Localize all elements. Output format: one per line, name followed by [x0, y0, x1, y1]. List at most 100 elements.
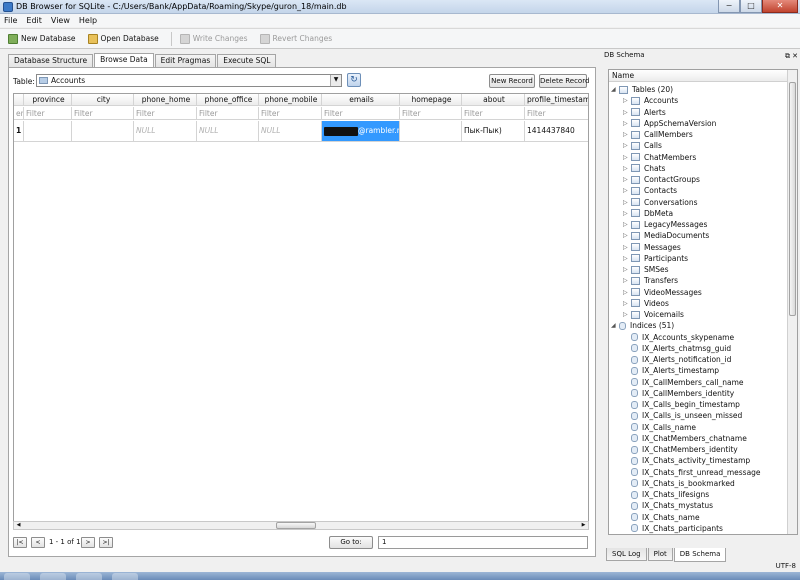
write-changes-button[interactable]: Write Changes [179, 33, 248, 44]
minimize-button[interactable]: − [718, 0, 740, 13]
close-button[interactable]: ✕ [762, 0, 798, 13]
menu-help[interactable]: Help [79, 14, 97, 27]
tab-db-schema[interactable]: DB Schema [673, 548, 727, 562]
table-cell[interactable]: NULL [197, 121, 259, 142]
column-header[interactable]: about [462, 94, 525, 106]
filter-input[interactable]: Filter [24, 107, 72, 120]
table-cell[interactable] [400, 121, 462, 142]
chevron-down-icon[interactable]: ▼ [330, 75, 341, 86]
collapsed-arrow-icon[interactable]: ▷ [623, 208, 631, 219]
tree-group-indices[interactable]: ◢ Indices (51) [611, 320, 674, 331]
collapsed-arrow-icon[interactable]: ▷ [623, 107, 631, 118]
collapsed-arrow-icon[interactable]: ▷ [623, 140, 631, 151]
horizontal-scrollbar[interactable]: ◀ ▶ [13, 521, 589, 530]
table-select[interactable]: Accounts ▼ [36, 74, 342, 87]
table-cell[interactable]: NULL [259, 121, 322, 142]
tab-browse-data[interactable]: Browse Data [94, 53, 154, 67]
column-header[interactable]: phone_home [134, 94, 197, 106]
vertical-scrollbar[interactable] [787, 70, 797, 534]
row-number[interactable]: 1 [14, 121, 24, 142]
tree-item-table[interactable]: ▷ Accounts [623, 95, 678, 106]
column-header[interactable]: homepage [400, 94, 462, 106]
tree-group-tables[interactable]: ◢ Tables (20) [611, 84, 673, 95]
collapsed-arrow-icon[interactable]: ▷ [623, 152, 631, 163]
collapsed-arrow-icon[interactable]: ▷ [623, 197, 631, 208]
tree-item-index[interactable]: IX_Chats_activity_timestamp [623, 455, 750, 466]
collapsed-arrow-icon[interactable]: ▷ [623, 95, 631, 106]
collapsed-arrow-icon[interactable]: ▷ [623, 264, 631, 275]
collapsed-arrow-icon[interactable]: ▷ [623, 253, 631, 264]
tree-item-table[interactable]: ▷ VideoMessages [623, 287, 702, 298]
tree-item-index[interactable]: IX_Chats_name [623, 512, 700, 523]
tree-item-table[interactable]: ▷ Chats [623, 163, 665, 174]
tree-item-index[interactable]: IX_Chats_first_unread_message [623, 467, 761, 478]
scrollbar-thumb[interactable] [789, 82, 796, 316]
tree-item-index[interactable]: IX_Calls_begin_timestamp [623, 399, 740, 410]
table-cell[interactable]: 1414437840 [525, 121, 588, 142]
tree-item-index[interactable]: IX_Chats_mystatus [623, 500, 713, 511]
new-record-button[interactable]: New Record [489, 74, 535, 88]
collapsed-arrow-icon[interactable]: ▷ [623, 287, 631, 298]
previous-record-button[interactable]: < [31, 537, 45, 548]
tree-item-index[interactable]: IX_Chats_is_bookmarked [623, 478, 735, 489]
refresh-icon[interactable]: ↻ [347, 73, 361, 87]
collapsed-arrow-icon[interactable]: ▷ [623, 298, 631, 309]
tree-item-table[interactable]: ▷ Conversations [623, 197, 698, 208]
tab-edit-pragmas[interactable]: Edit Pragmas [154, 54, 217, 67]
expanded-arrow-icon[interactable]: ◢ [611, 84, 619, 95]
tree-item-table[interactable]: ▷ Alerts [623, 107, 666, 118]
last-record-button[interactable]: >| [99, 537, 113, 548]
filter-input[interactable]: Filter [322, 107, 400, 120]
table-row[interactable]: 1 NULL NULL NULL @rambler.ru Пык-Пык) 14… [14, 121, 588, 142]
tree-item-table[interactable]: ▷ Calls [623, 140, 662, 151]
scroll-left-icon[interactable]: ◀ [14, 522, 23, 529]
collapsed-arrow-icon[interactable]: ▷ [623, 129, 631, 140]
undock-icon[interactable]: ⧉ [785, 50, 790, 62]
maximize-button[interactable]: □ [740, 0, 762, 13]
taskbar-button[interactable] [40, 573, 66, 580]
tree-item-index[interactable]: IX_Alerts_chatmsg_guid [623, 343, 731, 354]
tree-item-index[interactable]: IX_CallMembers_call_name [623, 377, 744, 388]
first-record-button[interactable]: |< [13, 537, 27, 548]
filter-input[interactable]: Filter [400, 107, 462, 120]
tree-item-table[interactable]: ▷ Transfers [623, 275, 678, 286]
table-cell[interactable] [24, 121, 72, 142]
tree-item-table[interactable]: ▷ Voicemails [623, 309, 684, 320]
taskbar-button[interactable] [112, 573, 138, 580]
tree-item-table[interactable]: ▷ MediaDocuments [623, 230, 709, 241]
column-header[interactable]: province [24, 94, 72, 106]
tab-database-structure[interactable]: Database Structure [8, 54, 94, 67]
menu-view[interactable]: View [51, 14, 70, 27]
collapsed-arrow-icon[interactable]: ▷ [623, 219, 631, 230]
taskbar-button[interactable] [76, 573, 102, 580]
column-header[interactable]: phone_office [197, 94, 259, 106]
tab-execute-sql[interactable]: Execute SQL [217, 54, 277, 67]
next-record-button[interactable]: > [81, 537, 95, 548]
tree-item-index[interactable]: IX_Alerts_notification_id [623, 354, 731, 365]
tree-item-table[interactable]: ▷ AppSchemaVersion [623, 118, 716, 129]
collapsed-arrow-icon[interactable]: ▷ [623, 118, 631, 129]
collapsed-arrow-icon[interactable]: ▷ [623, 163, 631, 174]
tree-item-table[interactable]: ▷ ChatMembers [623, 152, 696, 163]
expanded-arrow-icon[interactable]: ◢ [611, 320, 619, 331]
tree-item-index[interactable]: IX_Alerts_timestamp [623, 365, 719, 376]
email-cell[interactable]: @rambler.ru [322, 121, 400, 142]
open-database-button[interactable]: Open Database [87, 33, 159, 44]
tree-item-table[interactable]: ▷ Contacts [623, 185, 677, 196]
menu-file[interactable]: File [4, 14, 17, 27]
filter-input[interactable]: Filter [197, 107, 259, 120]
tree-item-index[interactable]: IX_ChatMembers_chatname [623, 433, 747, 444]
filter-input[interactable]: Filter [72, 107, 134, 120]
scrollbar-thumb[interactable] [276, 522, 316, 529]
filter-input[interactable]: Filter [259, 107, 322, 120]
column-header[interactable]: profile_timestamp [525, 94, 588, 106]
filter-input[interactable]: Filter [525, 107, 588, 120]
tree-item-index[interactable]: IX_Chats_participants [623, 523, 723, 534]
menu-edit[interactable]: Edit [26, 14, 42, 27]
tree-item-index[interactable]: IX_Chats_lifesigns [623, 489, 709, 500]
column-header[interactable]: phone_mobile [259, 94, 322, 106]
column-header[interactable]: emails [322, 94, 400, 106]
tree-item-index[interactable]: IX_Calls_is_unseen_missed [623, 410, 742, 421]
tree-item-table[interactable]: ▷ DbMeta [623, 208, 673, 219]
close-dock-icon[interactable]: ✕ [792, 50, 798, 62]
